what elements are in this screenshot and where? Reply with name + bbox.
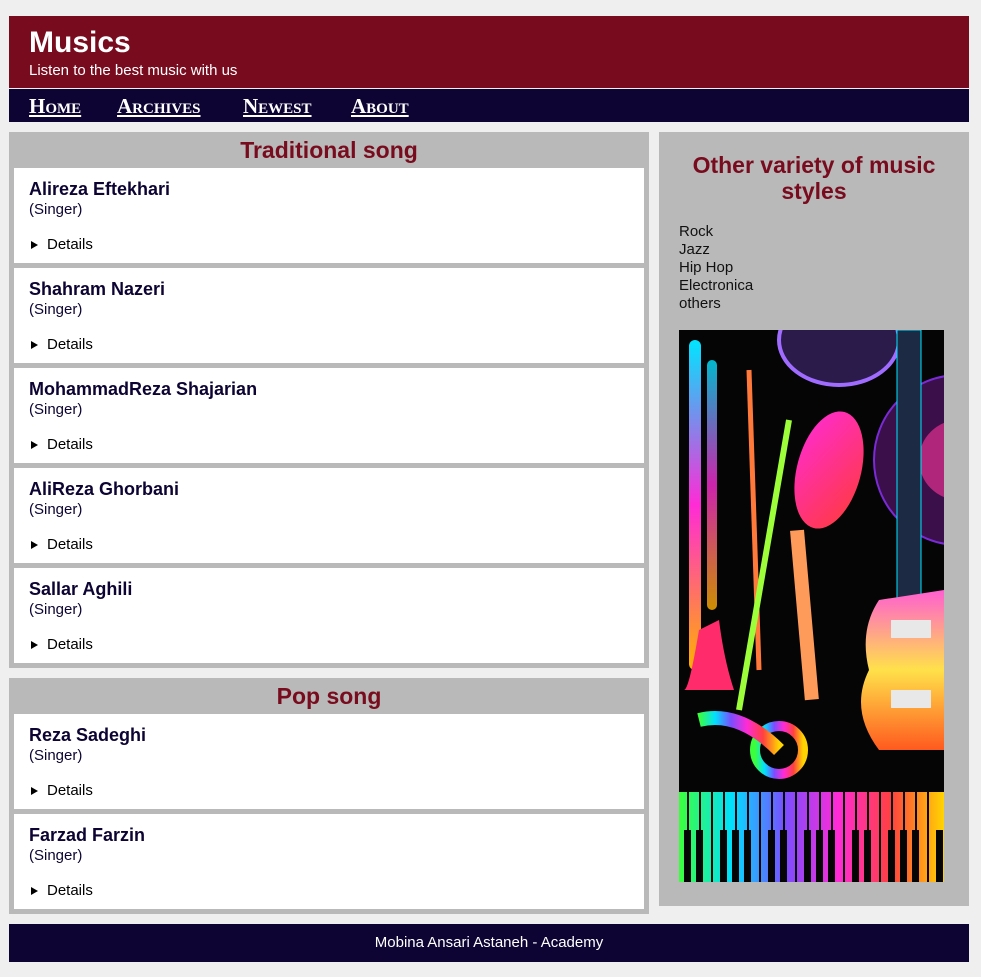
section-title: Pop song: [276, 683, 382, 709]
details-label: Details: [47, 436, 93, 453]
artist-role: (Singer): [29, 201, 83, 218]
details-toggle[interactable]: Details: [31, 536, 93, 554]
artist-role: (Singer): [29, 847, 83, 864]
traditional-section: Traditional song Alireza Eftekhari (Sing…: [9, 132, 649, 668]
disclosure-triangle-icon: [31, 787, 38, 795]
details-label: Details: [47, 336, 93, 353]
disclosure-triangle-icon: [31, 641, 38, 649]
list-item: Jazz: [679, 241, 710, 258]
artist-name: Reza Sadeghi: [29, 725, 147, 745]
list-item: others: [679, 295, 721, 312]
sidebar: Other variety of music styles Rock Jazz …: [659, 132, 969, 906]
details-toggle[interactable]: Details: [31, 636, 93, 654]
music-style-list: Rock Jazz Hip Hop Electronica others: [679, 223, 753, 313]
site-subtitle: Listen to the best music with us: [29, 62, 238, 79]
details-label: Details: [47, 236, 93, 253]
disclosure-triangle-icon: [31, 341, 38, 349]
pop-section: Pop song Reza Sadeghi (Singer) Details F…: [9, 678, 649, 914]
section-title: Traditional song: [240, 137, 418, 163]
nav-home-link[interactable]: Home: [29, 94, 81, 118]
artist-card: AliReza Ghorbani (Singer) Details: [14, 468, 644, 563]
disclosure-triangle-icon: [31, 541, 38, 549]
main-nav: Home Archives Newest About: [9, 89, 969, 122]
details-toggle[interactable]: Details: [31, 236, 93, 254]
details-label: Details: [47, 882, 93, 899]
artist-role: (Singer): [29, 301, 83, 318]
artist-role: (Singer): [29, 747, 83, 764]
site-title: Musics: [29, 26, 131, 59]
artist-role: (Singer): [29, 601, 83, 618]
artist-card: Sallar Aghili (Singer) Details: [14, 568, 644, 663]
disclosure-triangle-icon: [31, 441, 38, 449]
instruments-illustration: [679, 330, 944, 882]
artist-role: (Singer): [29, 501, 83, 518]
site-header: Musics Listen to the best music with us: [9, 16, 969, 88]
artist-name: Sallar Aghili: [29, 579, 133, 599]
details-toggle[interactable]: Details: [31, 436, 93, 454]
list-item: Hip Hop: [679, 259, 734, 276]
artist-card: Reza Sadeghi (Singer) Details: [14, 714, 644, 809]
artist-name: Farzad Farzin: [29, 825, 146, 845]
details-label: Details: [47, 636, 93, 653]
list-item: Rock: [679, 223, 714, 240]
details-toggle[interactable]: Details: [31, 882, 93, 900]
artist-card: Farzad Farzin (Singer) Details: [14, 814, 644, 909]
details-label: Details: [47, 782, 93, 799]
artist-name: AliReza Ghorbani: [29, 479, 180, 499]
nav-newest-link[interactable]: Newest: [243, 94, 312, 118]
artist-name: Shahram Nazeri: [29, 279, 166, 299]
disclosure-triangle-icon: [31, 241, 38, 249]
music-instruments-image: [679, 330, 944, 882]
list-item: Electronica: [679, 277, 754, 294]
sidebar-title: Other variety of music styles: [692, 152, 936, 204]
nav-about-link[interactable]: About: [351, 94, 409, 118]
disclosure-triangle-icon: [31, 887, 38, 895]
artist-card: Shahram Nazeri (Singer) Details: [14, 268, 644, 363]
artist-card: Alireza Eftekhari (Singer) Details: [14, 168, 644, 263]
site-footer: Mobina Ansari Astaneh - Academy: [9, 924, 969, 962]
details-toggle[interactable]: Details: [31, 782, 93, 800]
details-toggle[interactable]: Details: [31, 336, 93, 354]
artist-card: MohammadReza Shajarian (Singer) Details: [14, 368, 644, 463]
artist-role: (Singer): [29, 401, 83, 418]
details-label: Details: [47, 536, 93, 553]
nav-archives-link[interactable]: Archives: [117, 94, 201, 118]
artist-name: Alireza Eftekhari: [29, 179, 171, 199]
artist-name: MohammadReza Shajarian: [29, 379, 258, 399]
